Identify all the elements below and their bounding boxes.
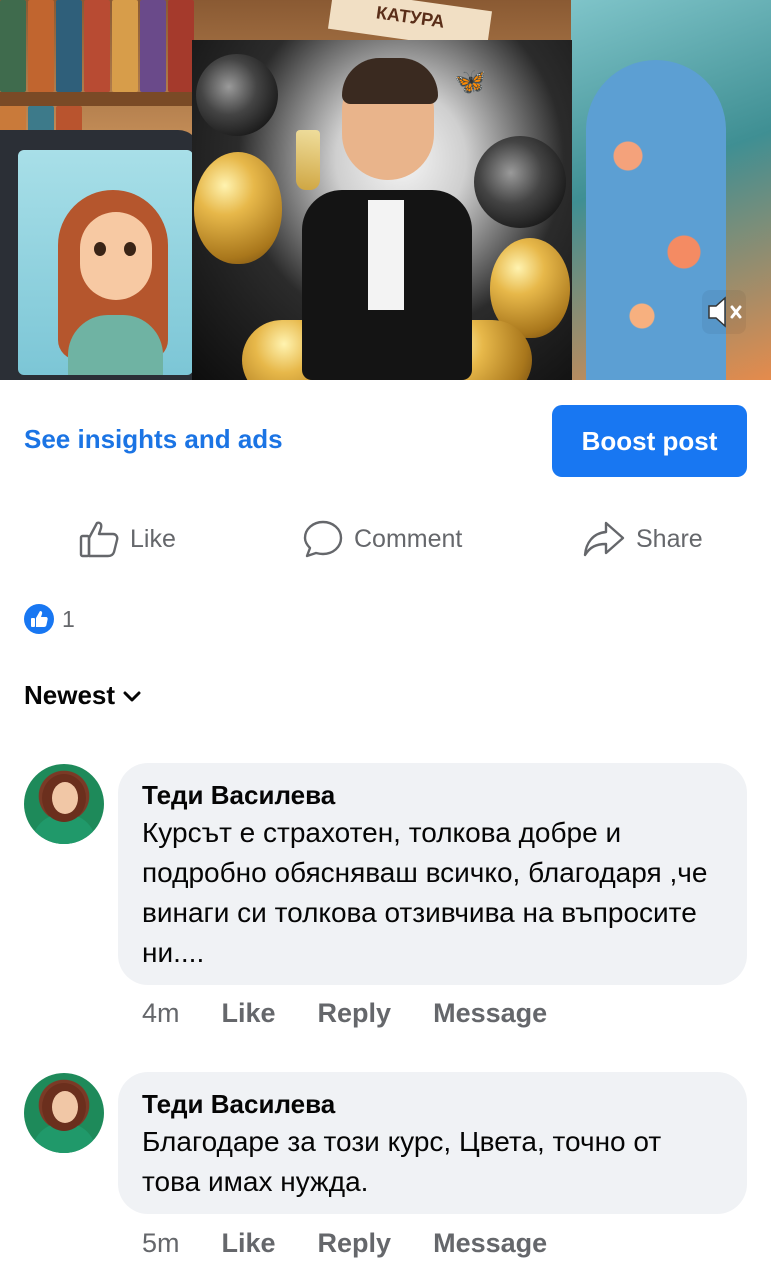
see-insights-link[interactable]: See insights and ads <box>24 424 283 455</box>
comment-like-button[interactable]: Like <box>222 998 276 1029</box>
thumbs-up-icon <box>78 519 120 559</box>
book <box>140 0 166 92</box>
butterfly-icon: 🦋 <box>454 66 487 96</box>
like-label: Like <box>130 524 176 553</box>
comment-reply-button[interactable]: Reply <box>318 998 392 1029</box>
book <box>112 0 138 92</box>
book <box>168 0 194 92</box>
comment-author[interactable]: Теди Василева <box>142 779 723 811</box>
comment-author[interactable]: Теди Василева <box>142 1088 723 1120</box>
black-rose <box>196 54 278 136</box>
girl-illustration <box>18 150 193 375</box>
caricature-card: 🦋 <box>192 40 572 380</box>
comment-button[interactable]: Comment <box>302 514 462 564</box>
reaction-count: 1 <box>62 605 75 632</box>
share-label: Share <box>636 524 703 553</box>
comment-time: 4m <box>142 998 180 1028</box>
comment-text: Курсът е страхотен, толкова добре и подр… <box>142 817 708 968</box>
reaction-summary[interactable]: 1 <box>24 604 75 634</box>
avatar[interactable] <box>24 764 104 844</box>
share-button[interactable]: Share <box>582 514 703 564</box>
black-rose <box>474 136 566 228</box>
share-arrow-icon <box>582 519 626 559</box>
boost-post-button[interactable]: Boost post <box>552 405 747 477</box>
post-media-video[interactable]: КАТУРА 🦋 <box>0 0 771 380</box>
book <box>0 0 26 92</box>
like-button[interactable]: Like <box>78 514 176 564</box>
comment-time: 5m <box>142 1228 180 1258</box>
book <box>28 0 54 92</box>
like-reaction-icon <box>24 604 54 634</box>
sort-label: Newest <box>24 680 116 710</box>
comment-bubble: Теди Василева Благодаре за този курс, Цв… <box>118 1072 747 1214</box>
comment-label: Comment <box>354 524 463 553</box>
avatar[interactable] <box>24 1073 104 1153</box>
comment-like-button[interactable]: Like <box>222 1228 276 1259</box>
gold-balloon <box>194 152 282 264</box>
comment-reply-button[interactable]: Reply <box>318 1228 392 1259</box>
chevron-down-icon <box>123 680 141 711</box>
comment-sort-dropdown[interactable]: Newest <box>24 680 141 711</box>
comment-bubble: Теди Василева Курсът е страхотен, толков… <box>118 763 747 985</box>
book <box>84 0 110 92</box>
champagne-glass <box>296 130 320 190</box>
comment-text: Благодаре за този курс, Цвета, точно от … <box>142 1126 662 1197</box>
book <box>56 0 82 92</box>
comment-message-button[interactable]: Message <box>433 1228 547 1259</box>
mute-button[interactable] <box>702 290 746 334</box>
comment-message-button[interactable]: Message <box>433 998 547 1029</box>
comment-actions: 5m Like Reply Message <box>142 1228 589 1259</box>
comment-actions: 4m Like Reply Message <box>142 998 589 1029</box>
comment-bubble-icon <box>302 519 344 559</box>
